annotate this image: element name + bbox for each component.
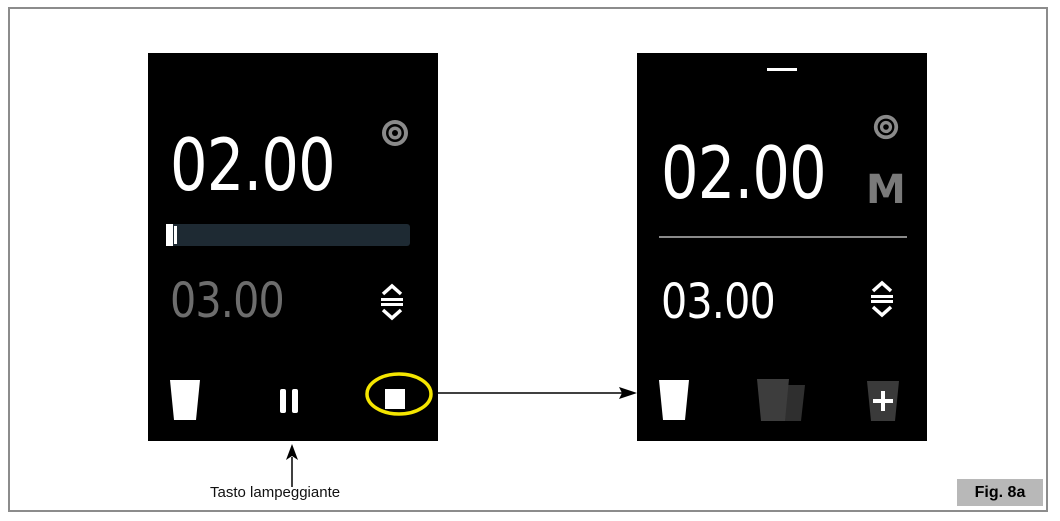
up-down-arrows-icon[interactable] [867,279,897,319]
target-icon[interactable] [380,118,410,148]
progress-marker [169,226,172,244]
progress-bar [166,224,410,246]
main-time: 02.00 [170,123,336,207]
figure-label: Fig. 8a [957,479,1043,506]
double-cup-icon[interactable] [755,377,809,423]
cup-icon[interactable] [657,378,691,422]
secondary-time: 03.00 [170,273,285,329]
add-cup-icon[interactable] [865,379,901,423]
mode-letter: M [866,167,906,213]
up-down-arrows-icon[interactable] [377,282,407,322]
progress-marker [174,226,177,244]
display-screen-right: 02.00 M 03.00 [637,53,927,441]
target-icon[interactable] [872,113,900,141]
cup-icon[interactable] [168,378,202,422]
divider [659,236,907,238]
main-time: 02.00 [661,131,827,215]
caption: Tasto lampeggiante [210,484,341,501]
secondary-time: 03.00 [661,274,776,330]
dash-icon [767,68,797,71]
pause-icon[interactable] [280,389,300,413]
transition-arrow [438,387,637,399]
callout-arrow [286,444,298,487]
highlight-ellipse [365,372,433,416]
